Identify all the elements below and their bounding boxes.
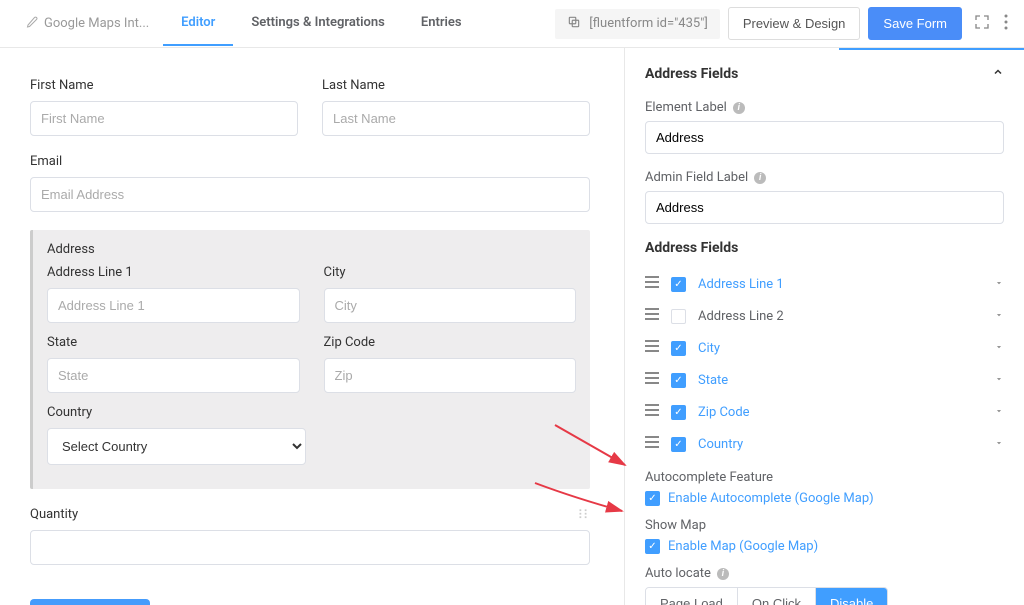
- field-checkbox[interactable]: ✓: [671, 437, 686, 452]
- first-name-input[interactable]: [30, 101, 298, 136]
- chevron-down-icon[interactable]: [994, 406, 1004, 419]
- app-header: Google Maps Int... Editor Settings & Int…: [0, 0, 1024, 48]
- country-select[interactable]: Select Country: [47, 428, 306, 465]
- zip-label: Zip Code: [324, 335, 577, 350]
- quantity-input[interactable]: [30, 530, 590, 565]
- shortcode-display[interactable]: [fluentform id="435"]: [555, 9, 720, 39]
- auto-locate-group: Page Load On Click Disable: [645, 587, 888, 605]
- more-icon[interactable]: [1000, 10, 1012, 38]
- chevron-down-icon[interactable]: [994, 342, 1004, 355]
- zip-input[interactable]: [324, 358, 577, 393]
- chevron-down-icon[interactable]: [994, 278, 1004, 291]
- form-canvas: First Name Last Name Email Address: [0, 48, 624, 605]
- field-checkbox[interactable]: ✓: [671, 373, 686, 388]
- field-name-label[interactable]: Address Line 2: [698, 309, 982, 324]
- field-item: ✓ Zip Code: [645, 396, 1004, 428]
- field-item: Address Line 2: [645, 300, 1004, 332]
- drag-handle-icon[interactable]: [645, 276, 659, 292]
- state-input[interactable]: [47, 358, 300, 393]
- tab-entries[interactable]: Entries: [403, 1, 480, 46]
- country-label: Country: [47, 405, 306, 420]
- preview-design-button[interactable]: Preview & Design: [728, 7, 861, 40]
- drag-handle-icon[interactable]: [645, 372, 659, 388]
- fullscreen-icon[interactable]: [970, 10, 994, 38]
- address-line1-label: Address Line 1: [47, 265, 300, 280]
- edit-icon: [26, 16, 38, 32]
- auto-locate-page-load[interactable]: Page Load: [646, 588, 738, 605]
- field-name-label[interactable]: Zip Code: [698, 405, 982, 420]
- element-label-text: Element Label i: [645, 100, 1004, 115]
- drag-icon[interactable]: [576, 507, 590, 525]
- submit-button[interactable]: Submit Form: [30, 599, 150, 605]
- autocomplete-label[interactable]: Enable Autocomplete (Google Map): [668, 491, 874, 506]
- email-input[interactable]: [30, 177, 590, 212]
- info-icon[interactable]: i: [754, 172, 766, 184]
- address-line1-input[interactable]: [47, 288, 300, 323]
- field-item: ✓ State: [645, 364, 1004, 396]
- auto-locate-disable[interactable]: Disable: [816, 588, 887, 605]
- auto-locate-title: Auto locate i: [645, 566, 1004, 581]
- show-map-title: Show Map: [645, 518, 1004, 533]
- drag-handle-icon[interactable]: [645, 404, 659, 420]
- field-checkbox[interactable]: [671, 309, 686, 324]
- admin-label-text: Admin Field Label i: [645, 170, 1004, 185]
- panel-title: Address Fields: [645, 66, 738, 82]
- address-block[interactable]: Address Address Line 1 City St: [30, 230, 590, 489]
- quantity-label: Quantity: [30, 507, 590, 522]
- field-name-label[interactable]: Address Line 1: [698, 277, 982, 292]
- save-form-button[interactable]: Save Form: [868, 7, 962, 40]
- show-map-checkbox[interactable]: ✓: [645, 539, 660, 554]
- field-name-label[interactable]: Country: [698, 437, 982, 452]
- element-label-input[interactable]: [645, 121, 1004, 154]
- field-name-label[interactable]: State: [698, 373, 982, 388]
- chevron-up-icon: [992, 66, 1004, 82]
- nav-tabs: Editor Settings & Integrations Entries: [163, 1, 479, 46]
- show-map-label[interactable]: Enable Map (Google Map): [668, 539, 818, 554]
- chevron-down-icon[interactable]: [994, 374, 1004, 387]
- field-name-label[interactable]: City: [698, 341, 982, 356]
- last-name-input[interactable]: [322, 101, 590, 136]
- first-name-label: First Name: [30, 78, 298, 93]
- state-label: State: [47, 335, 300, 350]
- city-input[interactable]: [324, 288, 577, 323]
- autocomplete-checkbox[interactable]: ✓: [645, 491, 660, 506]
- page-title: Google Maps Int...: [12, 16, 163, 32]
- tab-editor[interactable]: Editor: [163, 1, 233, 46]
- info-icon[interactable]: i: [717, 568, 729, 580]
- tab-settings[interactable]: Settings & Integrations: [233, 1, 403, 46]
- field-checkbox[interactable]: ✓: [671, 341, 686, 356]
- chevron-down-icon[interactable]: [994, 438, 1004, 451]
- drag-handle-icon[interactable]: [645, 340, 659, 356]
- field-item: ✓ City: [645, 332, 1004, 364]
- settings-sidebar: Address Fields Element Label i Admin Fie…: [624, 48, 1024, 605]
- city-label: City: [324, 265, 577, 280]
- field-item: ✓ Country: [645, 428, 1004, 460]
- admin-label-input[interactable]: [645, 191, 1004, 224]
- autocomplete-title: Autocomplete Feature: [645, 470, 1004, 485]
- auto-locate-on-click[interactable]: On Click: [738, 588, 816, 605]
- drag-handle-icon[interactable]: [645, 308, 659, 324]
- field-checkbox[interactable]: ✓: [671, 405, 686, 420]
- address-title: Address: [47, 242, 576, 257]
- last-name-label: Last Name: [322, 78, 590, 93]
- field-checkbox[interactable]: ✓: [671, 277, 686, 292]
- info-icon[interactable]: i: [733, 102, 745, 114]
- field-item: ✓ Address Line 1: [645, 268, 1004, 300]
- copy-icon: [567, 15, 581, 33]
- fields-section-title: Address Fields: [645, 240, 1004, 256]
- drag-handle-icon[interactable]: [645, 436, 659, 452]
- email-label: Email: [30, 154, 590, 169]
- chevron-down-icon[interactable]: [994, 310, 1004, 323]
